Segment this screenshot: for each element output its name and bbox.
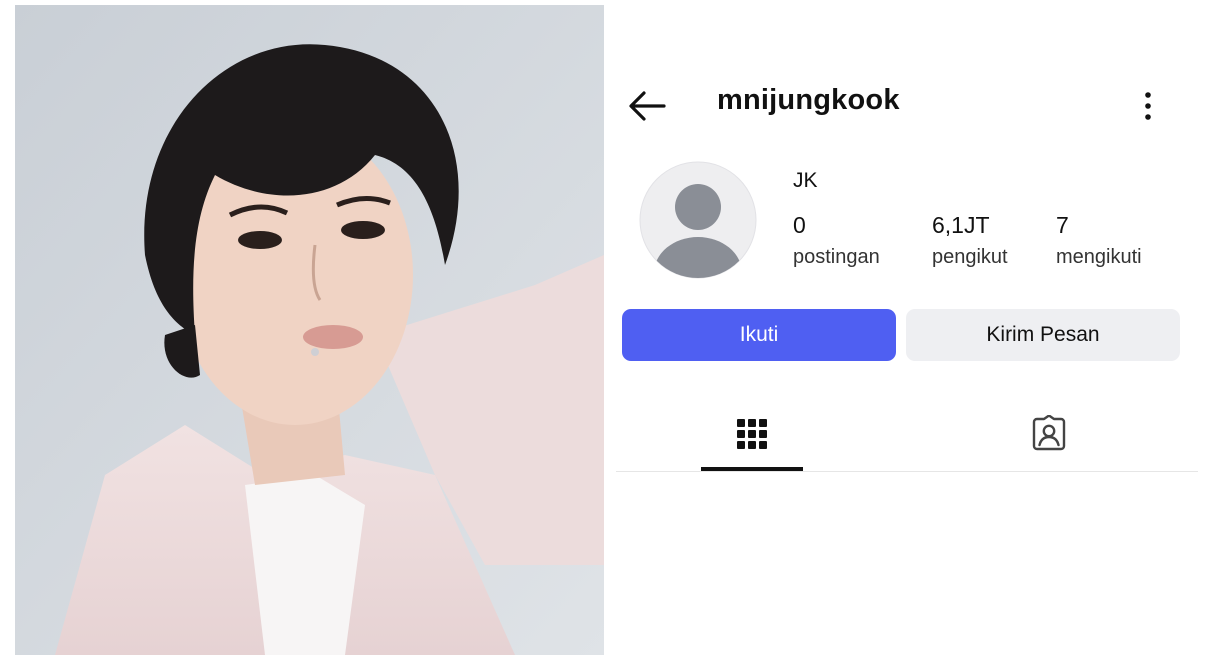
follow-button[interactable]: Ikuti [622,309,896,361]
more-options-button[interactable] [1135,88,1161,124]
tab-posts-grid[interactable] [726,408,778,460]
stat-following[interactable]: 7 mengikuti [1056,210,1142,274]
stat-posts[interactable]: 0 postingan [793,210,880,274]
send-message-button[interactable]: Kirim Pesan [906,309,1180,361]
profile-photo [15,5,604,655]
tab-divider [616,471,1198,472]
stat-followers-value: 6,1JT [932,212,990,238]
default-avatar-icon [639,161,757,279]
stat-posts-label: postingan [793,246,880,268]
stat-following-value: 7 [1056,212,1069,238]
stat-followers-label: pengikut [932,246,1008,268]
profile-display-name: JK [793,169,818,192]
grid-icon [737,419,767,449]
stat-posts-value: 0 [793,212,806,238]
stat-following-label: mengikuti [1056,246,1142,268]
more-vertical-icon [1145,92,1151,120]
back-button[interactable] [626,88,668,124]
stat-followers[interactable]: 6,1JT pengikut [932,210,1008,274]
arrow-left-icon [629,91,666,121]
profile-username: mnijungkook [717,84,900,116]
avatar[interactable] [639,161,757,279]
portrait-illustration [15,5,604,655]
tab-tagged[interactable] [1023,408,1075,460]
tagged-person-icon [1032,415,1066,451]
